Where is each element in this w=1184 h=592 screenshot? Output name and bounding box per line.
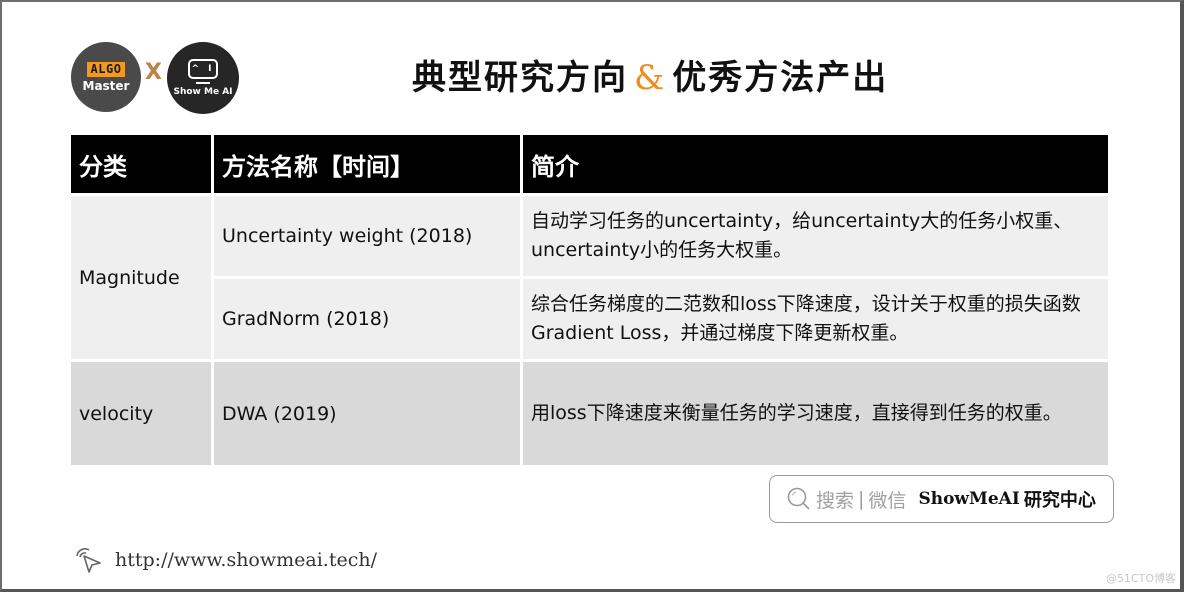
showmeai-logo: ^ I Show Me AI bbox=[167, 42, 239, 114]
website-url[interactable]: http://www.showmeai.tech/ bbox=[115, 549, 377, 571]
algo-master-logo: ALGO Master bbox=[71, 42, 141, 112]
column-header-method: 方法名称【时间】 bbox=[214, 135, 520, 193]
brand-name: ShowMeAI bbox=[918, 489, 1020, 509]
title-ampersand: & bbox=[634, 58, 667, 98]
wechat-search-badge: 搜索 | 微信 ShowMeAI 研究中心 bbox=[769, 475, 1114, 523]
column-header-description: 简介 bbox=[523, 135, 1108, 193]
methods-table: 分类 方法名称【时间】 简介 Magnitude Uncertainty wei… bbox=[68, 132, 1111, 468]
search-icon bbox=[787, 487, 810, 510]
algo-tag: ALGO bbox=[86, 61, 126, 77]
cursor-click-icon bbox=[76, 548, 101, 573]
website-link-row: http://www.showmeai.tech/ bbox=[73, 545, 377, 575]
wechat-hint: 微信 bbox=[868, 489, 907, 512]
table-row: velocity DWA (2019) 用loss下降速度来衡量任务的学习速度，… bbox=[71, 362, 1108, 465]
category-cell: Magnitude bbox=[71, 196, 211, 359]
description-cell: 综合任务梯度的二范数和loss下降速度，设计关于权重的损失函数Gradient … bbox=[523, 279, 1108, 359]
description-cell: 用loss下降速度来衡量任务的学习速度，直接得到任务的权重。 bbox=[523, 362, 1108, 465]
method-cell: Uncertainty weight (2018) bbox=[214, 196, 520, 276]
description-cell: 自动学习任务的uncertainty，给uncertainty大的任务小权重、u… bbox=[523, 196, 1108, 276]
title-right: 优秀方法产出 bbox=[672, 58, 889, 98]
category-cell: velocity bbox=[71, 362, 211, 465]
table-header-row: 分类 方法名称【时间】 简介 bbox=[71, 135, 1108, 193]
robot-stand-icon bbox=[196, 82, 210, 84]
method-cell: GradNorm (2018) bbox=[214, 279, 520, 359]
column-header-category: 分类 bbox=[71, 135, 211, 193]
logo-cross: X bbox=[145, 60, 162, 85]
watermark: @51CTO博客 bbox=[1105, 572, 1176, 585]
table-row: Magnitude Uncertainty weight (2018) 自动学习… bbox=[71, 196, 1108, 359]
title-left: 典型研究方向 bbox=[412, 58, 628, 98]
page-title: 典型研究方向 & 优秀方法产出 bbox=[412, 50, 889, 98]
method-cell: DWA (2019) bbox=[214, 362, 520, 465]
brand-name-cn: 研究中心 bbox=[1023, 490, 1096, 511]
algo-master-label: Master bbox=[82, 78, 130, 93]
search-hint: 搜索 bbox=[816, 489, 855, 512]
showmeai-logo-label: Show Me AI bbox=[173, 87, 233, 97]
search-separator: | bbox=[858, 488, 865, 510]
table-row: GradNorm (2018) 综合任务梯度的二范数和loss下降速度，设计关于… bbox=[71, 279, 1108, 359]
robot-screen-icon: ^ I bbox=[188, 59, 218, 79]
